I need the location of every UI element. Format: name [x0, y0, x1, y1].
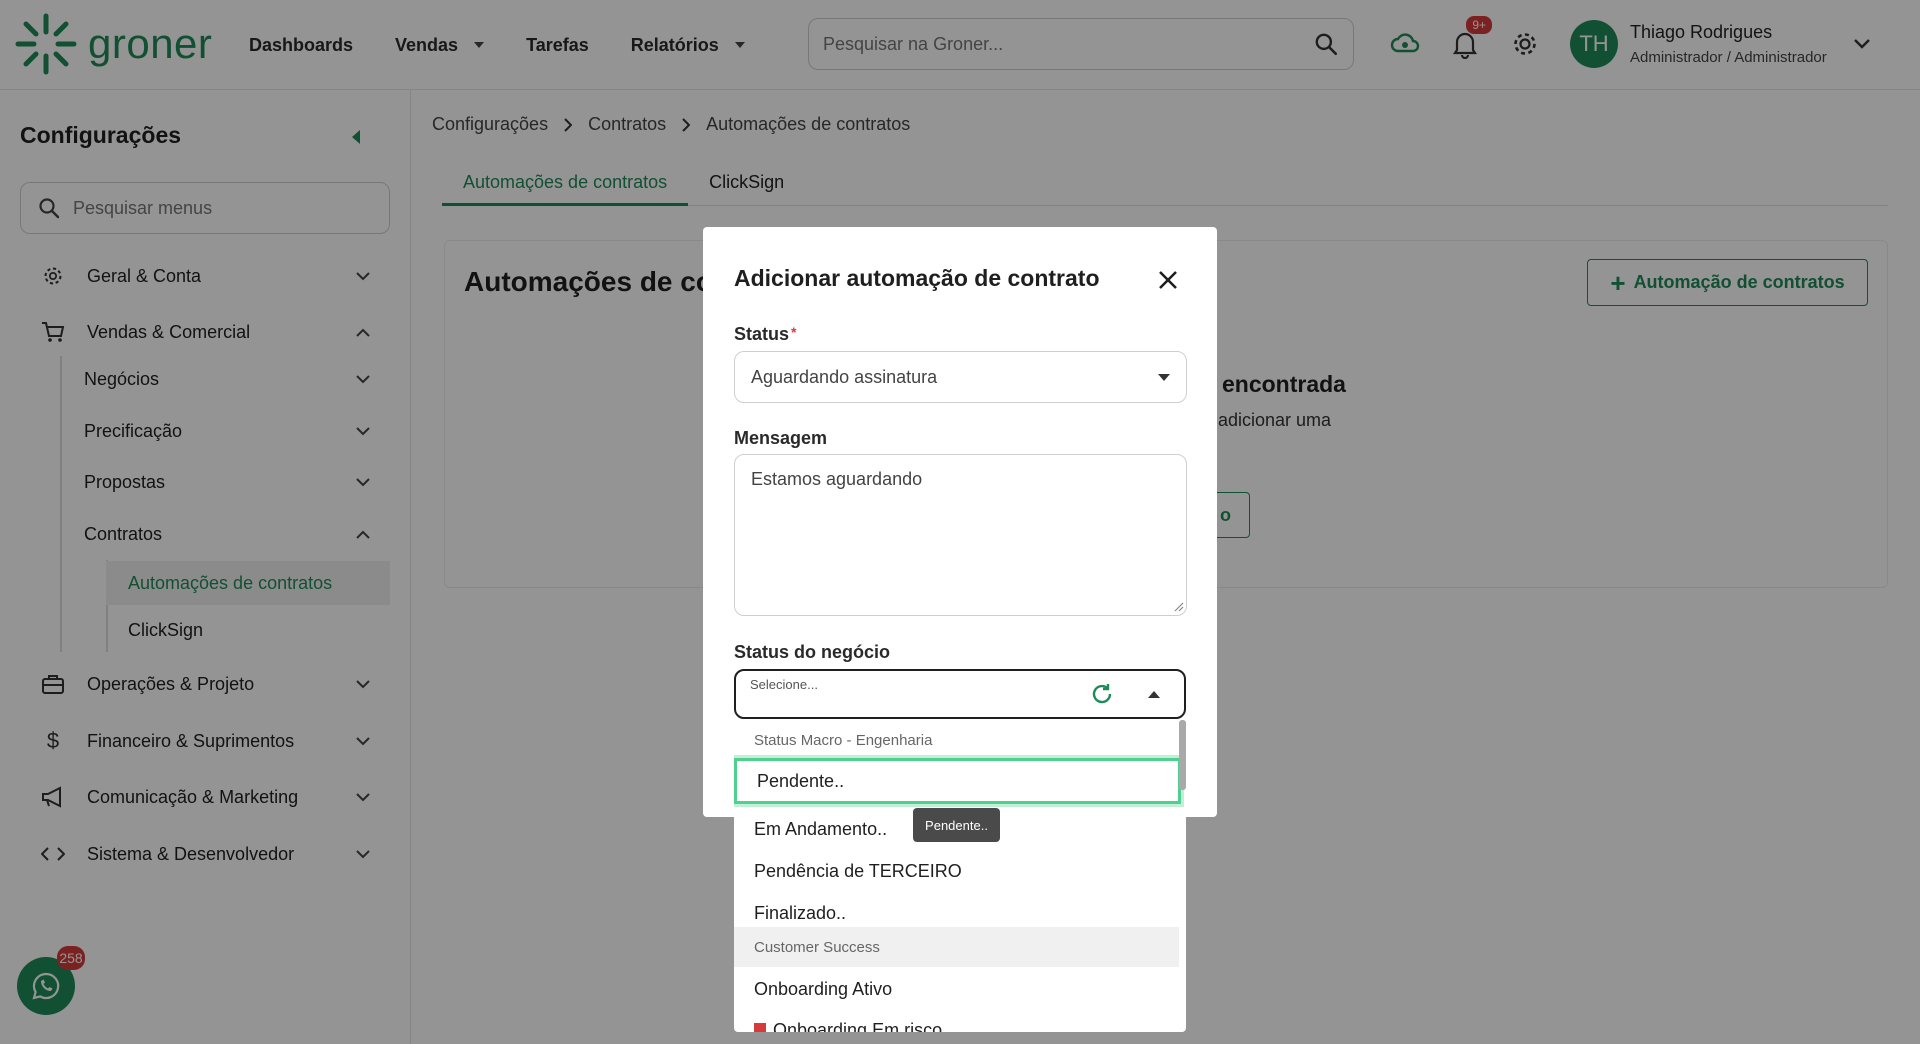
resize-handle-icon[interactable]	[1174, 602, 1184, 612]
dropdown-scrollbar[interactable]	[1179, 720, 1186, 790]
option-tooltip: Pendente..	[913, 808, 1000, 842]
dropdown-option-label: Onboarding Em risco	[773, 1019, 943, 1033]
deal-status-label: Status do negócio	[734, 642, 891, 662]
status-label: Status *	[734, 324, 796, 345]
dropdown-option[interactable]: Pendência de TERCEIRO	[734, 850, 1179, 892]
deal-status-placeholder: Selecione...	[750, 677, 818, 692]
dropdown-group-header: Customer Success	[734, 927, 1179, 967]
deal-status-dropdown: Status Macro - Engenharia Pendente.. Em …	[734, 720, 1186, 1032]
dropdown-option[interactable]: Pendente..	[734, 758, 1181, 804]
modal-title: Adicionar automação de contrato	[734, 265, 1100, 291]
status-color-marker	[754, 1023, 766, 1032]
dropdown-option[interactable]: Onboarding Ativo	[734, 968, 1179, 1010]
message-textarea[interactable]: Estamos aguardando	[734, 454, 1187, 616]
caret-up-icon	[1148, 691, 1160, 698]
refresh-icon[interactable]	[1090, 682, 1114, 706]
close-button[interactable]	[1153, 265, 1183, 295]
close-icon	[1159, 271, 1177, 289]
message-label: Mensagem	[734, 428, 828, 448]
status-label-text: Status	[734, 324, 790, 344]
status-select-value: Aguardando assinatura	[751, 366, 938, 387]
status-select[interactable]: Aguardando assinatura	[734, 351, 1187, 403]
caret-down-icon	[1158, 373, 1170, 381]
dropdown-option-partial[interactable]: Onboarding Em risco	[734, 1009, 1179, 1032]
deal-status-select[interactable]: Selecione...	[734, 669, 1186, 719]
required-mark: *	[791, 324, 797, 340]
dropdown-group-header: Status Macro - Engenharia	[754, 731, 933, 749]
